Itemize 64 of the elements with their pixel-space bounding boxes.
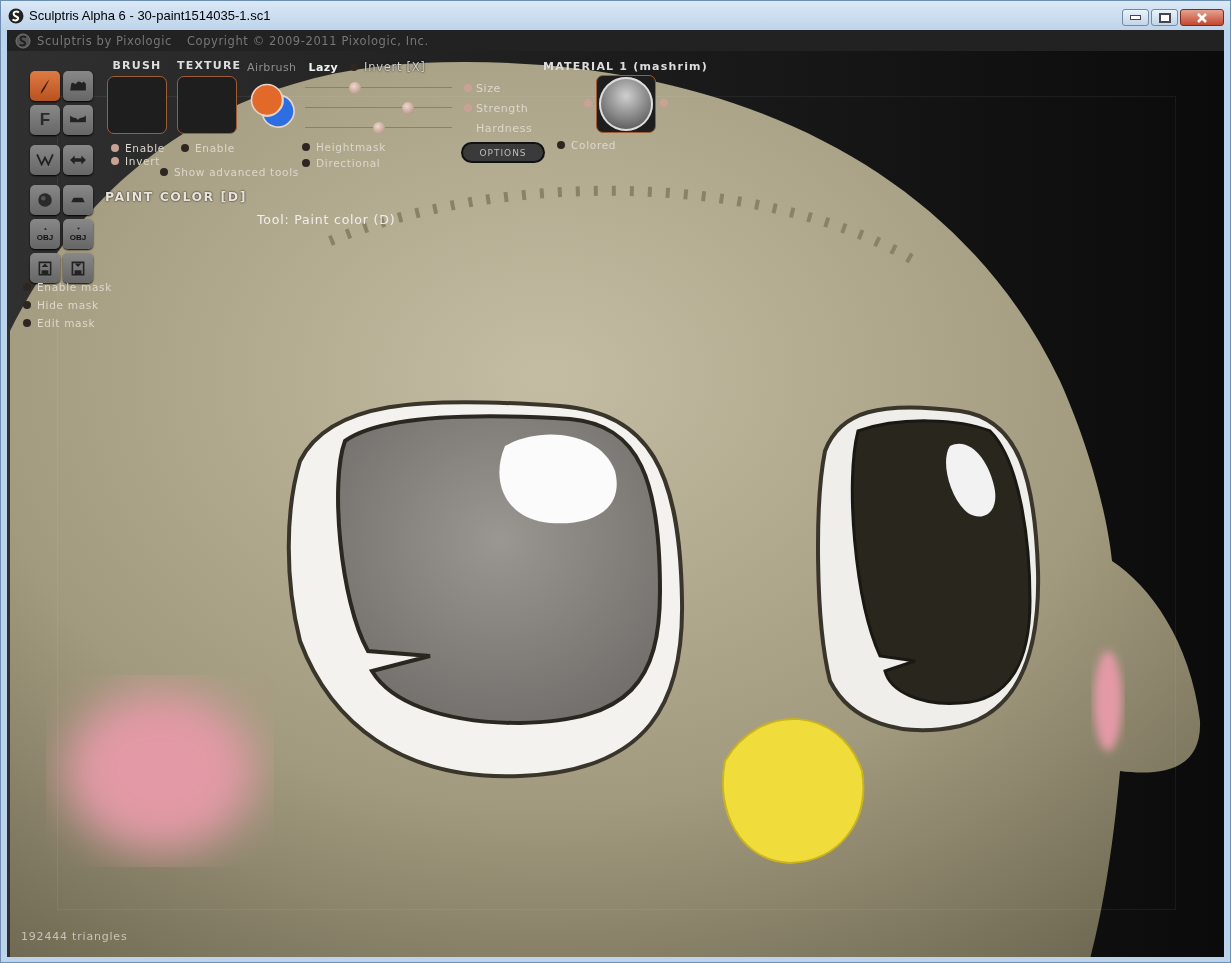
- texture-slot[interactable]: [177, 76, 237, 134]
- mode-toggle[interactable]: Lazy: [308, 60, 339, 74]
- option-label: Heightmask: [316, 141, 386, 153]
- sphere-icon: [36, 191, 54, 209]
- toggle-dot[interactable]: [302, 159, 310, 167]
- tool-button[interactable]: [30, 253, 60, 283]
- close-icon: [1196, 12, 1208, 23]
- option-label: Directional: [316, 157, 381, 169]
- maximize-button[interactable]: [1151, 9, 1178, 26]
- option-label: Enable: [125, 142, 165, 154]
- app-name: Sculptris by Pixologic: [37, 33, 172, 48]
- tool-button[interactable]: F: [30, 105, 60, 135]
- tool-button[interactable]: OBJ: [30, 219, 60, 249]
- option-label: Enable mask: [37, 281, 113, 293]
- tool-button[interactable]: [30, 71, 60, 101]
- triangle-count: 192444 triangles: [21, 930, 128, 943]
- material-sphere-icon: [598, 77, 653, 131]
- brush-slot[interactable]: [107, 76, 167, 134]
- toggle-dot[interactable]: [557, 141, 565, 149]
- option-label: Edit mask: [37, 317, 96, 329]
- section-title: BRUSH: [112, 59, 162, 72]
- tool-button[interactable]: [30, 145, 60, 175]
- obj-label: OBJ: [69, 232, 87, 242]
- option-label: Hide mask: [37, 299, 99, 311]
- pressure-toggle[interactable]: [464, 104, 472, 112]
- tool-button[interactable]: [63, 71, 93, 101]
- secondary-color-swatch[interactable]: [261, 94, 295, 128]
- material-title: MATERIAL 1 (mashrim): [543, 60, 708, 73]
- tool-button[interactable]: OBJ: [63, 219, 93, 249]
- pressure-toggle[interactable]: [464, 84, 472, 92]
- logo-icon: [8, 7, 24, 24]
- close-button[interactable]: [1180, 9, 1224, 26]
- material-slot[interactable]: [595, 75, 656, 133]
- tool-button[interactable]: [63, 145, 93, 175]
- slider-label: Hardness: [476, 121, 533, 135]
- tool-status: Tool: Paint color (D): [257, 212, 396, 227]
- tool-button[interactable]: [30, 185, 60, 215]
- option-label: Show advanced tools: [174, 166, 299, 178]
- toggle-dot[interactable]: [111, 157, 119, 165]
- window-title: Sculptris Alpha 6 - 30-paint1514035-1.sc1: [29, 8, 272, 23]
- toggle-dot[interactable]: [23, 283, 31, 291]
- tool-button[interactable]: [63, 185, 93, 215]
- minimize-button[interactable]: [1122, 9, 1149, 26]
- option-label: Colored: [571, 139, 617, 151]
- zigzag-icon: [36, 151, 54, 169]
- options-button[interactable]: OPTIONS: [461, 142, 545, 163]
- toggle-dot[interactable]: [23, 301, 31, 309]
- slider-label: Strength: [476, 101, 529, 115]
- toggle-dot[interactable]: [350, 63, 359, 71]
- toggle-dot[interactable]: [160, 168, 168, 176]
- mode-label: PAINT COLOR [D]: [105, 189, 247, 204]
- mode-toggle[interactable]: Airbrush: [247, 60, 297, 74]
- tool-button[interactable]: [63, 253, 93, 283]
- primary-color-swatch[interactable]: [250, 83, 284, 117]
- option-label: Enable: [195, 142, 235, 154]
- slider-label: Size: [476, 81, 501, 95]
- toggle-dot[interactable]: [23, 319, 31, 327]
- tool-button[interactable]: [63, 105, 93, 135]
- obj-label: OBJ: [36, 232, 54, 242]
- section-title: TEXTURE: [177, 59, 242, 72]
- toggle-dot[interactable]: [111, 144, 119, 152]
- copyright-text: Copyright © 2009-2011 Pixologic, Inc.: [186, 33, 429, 48]
- toggle-dot[interactable]: [181, 144, 189, 152]
- toggle-dot[interactable]: [302, 143, 310, 151]
